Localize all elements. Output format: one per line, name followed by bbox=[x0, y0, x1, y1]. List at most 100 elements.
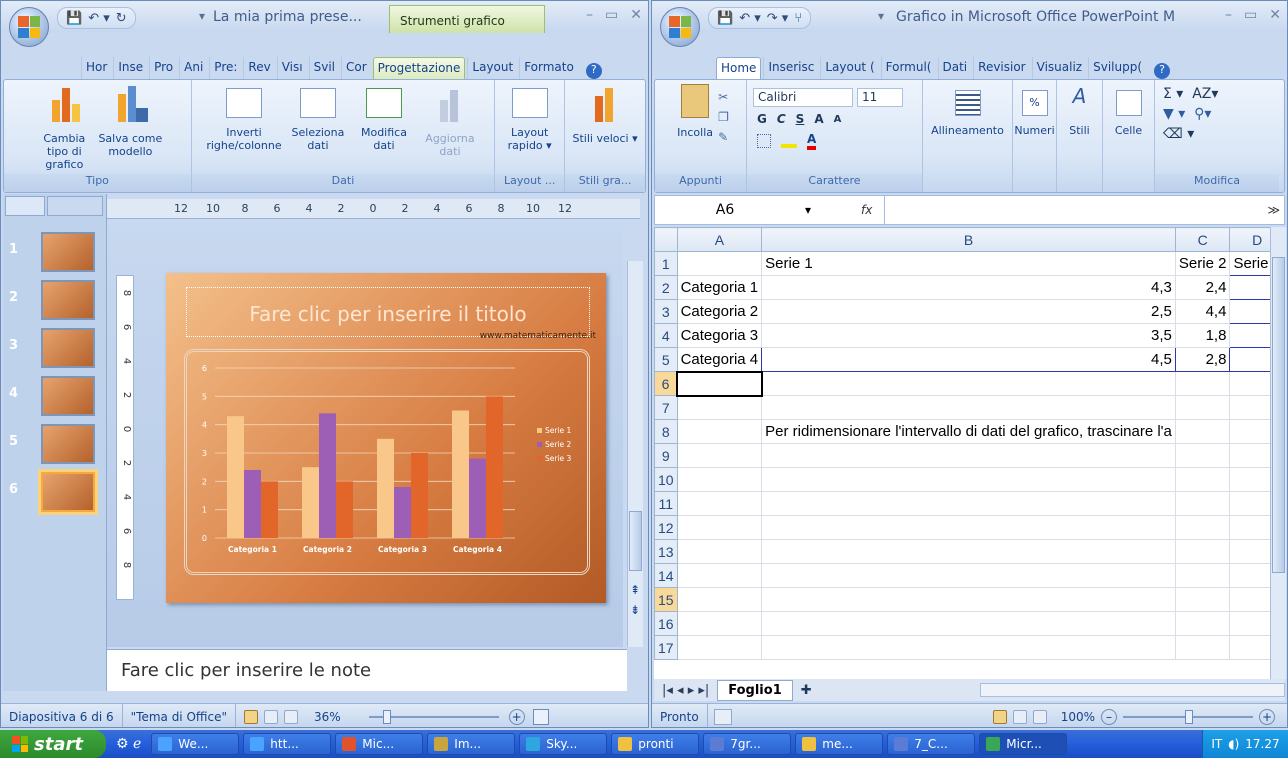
cell[interactable] bbox=[1229, 443, 1270, 468]
taskbar-button[interactable]: 7gr... bbox=[703, 733, 792, 755]
cell[interactable] bbox=[761, 371, 1176, 396]
name-box[interactable]: A6 bbox=[655, 202, 795, 218]
cell[interactable] bbox=[1174, 515, 1231, 540]
cell[interactable]: 4,4 bbox=[1174, 299, 1231, 324]
function-icon[interactable]: fx bbox=[861, 203, 872, 217]
cell[interactable] bbox=[1229, 467, 1270, 492]
qat-customize-icon[interactable]: ▾ bbox=[878, 9, 884, 23]
taskbar-button[interactable]: Mic... bbox=[335, 733, 424, 755]
cell[interactable] bbox=[1229, 611, 1270, 636]
column-header[interactable]: C bbox=[1174, 227, 1231, 252]
redo-icon[interactable]: ↷ ▾ bbox=[767, 11, 789, 26]
tab-insert[interactable]: Inse bbox=[113, 57, 147, 79]
quick-launch-icons[interactable]: ⚙ ℯ bbox=[116, 736, 141, 752]
expand-formula-icon[interactable]: ≫ bbox=[1263, 203, 1284, 217]
volume-icon[interactable]: ◖) bbox=[1228, 737, 1239, 751]
cell[interactable] bbox=[1229, 515, 1270, 540]
font-color-icon[interactable]: A bbox=[807, 132, 817, 150]
cell[interactable]: 2 bbox=[1229, 299, 1270, 324]
notes-pane[interactable]: Fare clic per inserire le note bbox=[107, 649, 627, 691]
tab-design[interactable]: Pro bbox=[149, 57, 177, 79]
cell[interactable]: 5 bbox=[1229, 347, 1270, 372]
number-button[interactable]: % Numeri bbox=[1014, 84, 1056, 192]
tab-review[interactable]: Revisior bbox=[973, 57, 1029, 79]
cell[interactable] bbox=[1229, 635, 1270, 660]
cell[interactable] bbox=[676, 443, 763, 468]
underline-icon[interactable]: S bbox=[796, 112, 805, 126]
cell[interactable] bbox=[761, 395, 1176, 420]
tab-formato[interactable]: Formato bbox=[519, 57, 578, 79]
font-name-box[interactable]: Calibri bbox=[753, 87, 853, 107]
slide-thumbnail[interactable] bbox=[41, 472, 95, 512]
tab-insert[interactable]: Inserisc bbox=[763, 57, 818, 79]
taskbar-button[interactable]: pronti bbox=[611, 733, 700, 755]
spreadsheet-grid[interactable]: ABCDEFG1Serie 1Serie 2Serie 32Categoria … bbox=[654, 227, 1270, 679]
cell[interactable]: 2,5 bbox=[761, 299, 1176, 324]
tab-view[interactable]: Visı bbox=[276, 57, 307, 79]
cell[interactable] bbox=[676, 611, 763, 636]
cell[interactable] bbox=[761, 539, 1176, 564]
slide-thumbnail[interactable] bbox=[41, 424, 95, 464]
sheet-scroll-thumb[interactable] bbox=[1272, 257, 1285, 573]
normal-view-icon[interactable] bbox=[992, 709, 1007, 724]
column-header[interactable]: B bbox=[761, 227, 1176, 252]
sheet-scrollbar[interactable] bbox=[1270, 227, 1286, 679]
undo-icon[interactable]: ↶ ▾ bbox=[739, 11, 761, 26]
cell[interactable] bbox=[1174, 467, 1231, 492]
row-header[interactable]: 13 bbox=[654, 539, 678, 564]
name-box-dropdown-icon[interactable]: ▾ bbox=[805, 203, 811, 217]
undo-icon[interactable]: ↶ ▾ bbox=[88, 11, 110, 26]
fill-color-icon[interactable] bbox=[781, 134, 797, 148]
row-header[interactable]: 15 bbox=[654, 587, 678, 612]
row-header[interactable]: 9 bbox=[654, 443, 678, 468]
ppt-office-button[interactable] bbox=[9, 7, 49, 47]
cell[interactable]: 3,5 bbox=[761, 323, 1176, 348]
cell[interactable] bbox=[676, 395, 763, 420]
cell[interactable] bbox=[1174, 371, 1231, 396]
insert-sheet-icon[interactable]: ✚ bbox=[793, 681, 820, 700]
title-placeholder[interactable]: Fare clic per inserire il titolo bbox=[186, 287, 590, 337]
taskbar-button[interactable]: me... bbox=[795, 733, 884, 755]
cell[interactable] bbox=[676, 251, 763, 276]
cell[interactable] bbox=[1174, 635, 1231, 660]
cut-icon[interactable]: ✂ bbox=[718, 90, 729, 104]
cell[interactable] bbox=[1229, 395, 1270, 420]
start-button[interactable]: start bbox=[0, 730, 106, 758]
cell[interactable] bbox=[1174, 491, 1231, 516]
autosum-icon[interactable]: Σ ▾ AZ▾ bbox=[1163, 86, 1271, 102]
tab-developer[interactable]: Svilupp( bbox=[1088, 57, 1146, 79]
row-header[interactable]: 1 bbox=[654, 251, 678, 276]
cell[interactable] bbox=[761, 515, 1176, 540]
cell[interactable]: Categoria 3 bbox=[676, 323, 763, 348]
zoom-level[interactable]: 36% bbox=[306, 704, 349, 727]
row-header[interactable]: 7 bbox=[654, 395, 678, 420]
slide-scrollbar[interactable]: ⇞ ⇟ bbox=[627, 261, 643, 647]
slideshow-view-icon[interactable] bbox=[284, 709, 299, 724]
row-header[interactable]: 3 bbox=[654, 299, 678, 324]
excel-zoom-slider[interactable] bbox=[1123, 709, 1253, 724]
excel-zoom-thumb[interactable] bbox=[1185, 709, 1193, 724]
cell[interactable] bbox=[676, 515, 763, 540]
sheet-tab-foglio1[interactable]: Foglio1 bbox=[717, 679, 793, 701]
grow-font-icon[interactable]: A bbox=[814, 112, 823, 126]
row-header[interactable]: 16 bbox=[654, 611, 678, 636]
slide-thumbnail[interactable] bbox=[41, 376, 95, 416]
help-icon[interactable]: ? bbox=[585, 63, 602, 79]
cell[interactable]: Serie 1 bbox=[761, 251, 1176, 276]
borders-icon[interactable] bbox=[757, 134, 771, 148]
cell[interactable]: Serie 3 bbox=[1229, 251, 1270, 276]
column-header[interactable]: A bbox=[676, 227, 763, 252]
excel-office-button[interactable] bbox=[660, 7, 700, 47]
slide-thumbnail[interactable] bbox=[41, 328, 95, 368]
fit-window-icon[interactable] bbox=[532, 708, 549, 725]
cell[interactable] bbox=[676, 491, 763, 516]
help-icon[interactable]: ? bbox=[1154, 63, 1171, 79]
cell[interactable]: 2 bbox=[1229, 275, 1270, 300]
cell[interactable] bbox=[1229, 539, 1270, 564]
tab-core[interactable]: Cor bbox=[340, 57, 371, 79]
cell[interactable] bbox=[676, 419, 763, 444]
copy-icon[interactable]: ❐ bbox=[718, 110, 729, 124]
cell[interactable] bbox=[1229, 563, 1270, 588]
cell[interactable] bbox=[761, 491, 1176, 516]
cell[interactable] bbox=[1174, 539, 1231, 564]
